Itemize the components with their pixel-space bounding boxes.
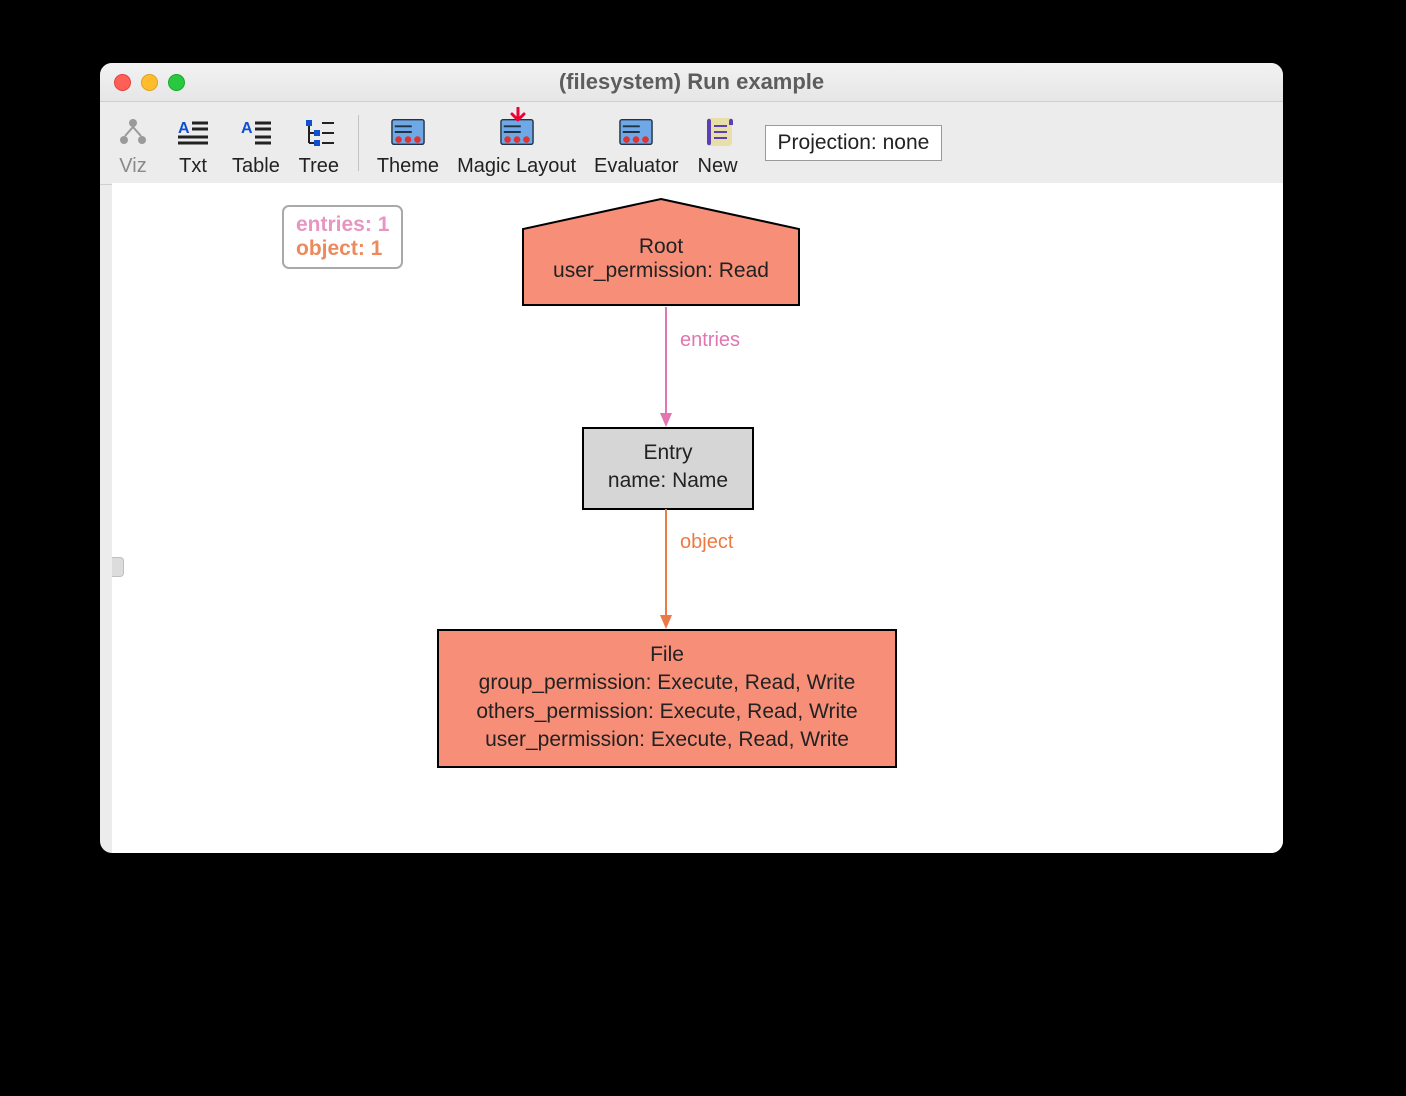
edge-object xyxy=(658,509,674,631)
node-root[interactable]: Root user_permission: Read xyxy=(521,197,801,307)
close-icon[interactable] xyxy=(114,74,131,91)
window-controls xyxy=(114,74,185,91)
minimize-icon[interactable] xyxy=(141,74,158,91)
node-file-title: File xyxy=(457,641,877,669)
theme-button[interactable]: Theme xyxy=(377,108,439,178)
scroll-handle[interactable] xyxy=(112,557,124,577)
node-root-title: Root xyxy=(521,235,801,259)
edge-entries xyxy=(658,307,674,429)
magic-layout-icon xyxy=(500,115,534,149)
node-entry-line1: name: Name xyxy=(602,467,734,495)
viz-label: Viz xyxy=(119,155,146,178)
tree-icon xyxy=(302,115,336,149)
projection-selector[interactable]: Projection: none xyxy=(765,125,943,161)
new-button[interactable]: New xyxy=(697,108,739,178)
diagram-canvas[interactable]: entries: 1 object: 1 Root user_permissio… xyxy=(112,183,1283,853)
legend-box: entries: 1 object: 1 xyxy=(282,205,403,269)
node-entry-title: Entry xyxy=(602,439,734,467)
graph-icon xyxy=(116,115,150,149)
svg-text:A: A xyxy=(241,120,253,137)
txt-button[interactable]: A Txt xyxy=(172,108,214,178)
magic-layout-button[interactable]: Magic Layout xyxy=(457,108,576,178)
viz-button[interactable]: Viz xyxy=(112,108,154,178)
node-file-line1: group_permission: Execute, Read, Write xyxy=(457,669,877,697)
evaluator-label: Evaluator xyxy=(594,155,679,178)
edge-entries-label: entries xyxy=(680,329,740,352)
toolbar-separator xyxy=(358,115,359,171)
table-button[interactable]: A Table xyxy=(232,108,280,178)
svg-text:A: A xyxy=(178,120,190,137)
window-title: (filesystem) Run example xyxy=(100,69,1283,95)
download-arrow-icon xyxy=(509,107,527,125)
titlebar[interactable]: (filesystem) Run example xyxy=(100,63,1283,102)
tree-button[interactable]: Tree xyxy=(298,108,340,178)
table-icon: A xyxy=(239,115,273,149)
scroll-icon xyxy=(701,115,735,149)
legend-object: object: 1 xyxy=(296,237,389,261)
text-icon: A xyxy=(176,115,210,149)
evaluator-icon xyxy=(619,115,653,149)
node-file-line2: others_permission: Execute, Read, Write xyxy=(457,698,877,726)
edge-object-label: object xyxy=(680,531,733,554)
evaluator-button[interactable]: Evaluator xyxy=(594,108,679,178)
zoom-icon[interactable] xyxy=(168,74,185,91)
node-entry[interactable]: Entry name: Name xyxy=(582,427,754,510)
txt-label: Txt xyxy=(179,155,207,178)
node-root-text: Root user_permission: Read xyxy=(521,235,801,283)
theme-label: Theme xyxy=(377,155,439,178)
app-window: (filesystem) Run example Viz A xyxy=(100,63,1283,853)
theme-icon xyxy=(391,115,425,149)
toolbar: Viz A Txt A xyxy=(100,102,1283,185)
legend-entries: entries: 1 xyxy=(296,213,389,237)
node-root-line1: user_permission: Read xyxy=(521,259,801,283)
new-label: New xyxy=(698,155,738,178)
node-file-line3: user_permission: Execute, Read, Write xyxy=(457,726,877,754)
tree-label: Tree xyxy=(299,155,339,178)
node-file[interactable]: File group_permission: Execute, Read, Wr… xyxy=(437,629,897,768)
table-label: Table xyxy=(232,155,280,178)
magic-layout-label: Magic Layout xyxy=(457,155,576,178)
